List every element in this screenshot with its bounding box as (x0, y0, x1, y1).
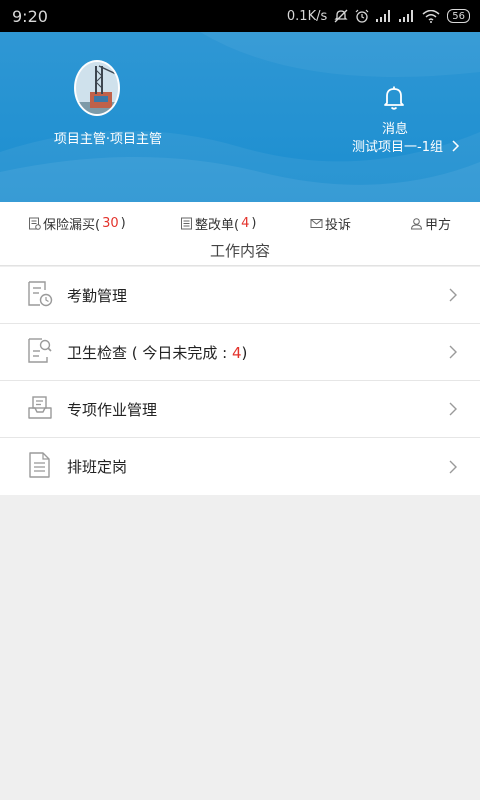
list-item-attendance-label: 考勤管理 (67, 286, 128, 305)
task-icon (28, 396, 52, 419)
list-item-attendance[interactable]: 考勤管理 (0, 267, 480, 324)
network-speed: 0.1K/s (286, 8, 328, 24)
work-list: 考勤管理 卫生检查 ( 今日未完成 : 4) 专项作业管理 排班定岗 (0, 267, 480, 495)
status-icons: 0.1K/s 56 (287, 9, 470, 24)
inspection-label-suffix: ) (241, 343, 248, 362)
silent-icon (334, 9, 348, 23)
attendance-icon (28, 281, 53, 307)
tab-complaint[interactable]: 投诉 (310, 214, 351, 233)
project-name: 测试项目一-1组 (352, 140, 443, 155)
person-icon (410, 218, 423, 230)
inspection-icon (28, 338, 52, 363)
tab-party-a[interactable]: 甲方 (410, 214, 451, 233)
mail-icon (310, 219, 323, 228)
insurance-icon (29, 217, 41, 230)
status-time: 9:20 (12, 6, 48, 26)
tab-rectification-suffix: ) (251, 216, 257, 231)
tab-rectification[interactable]: 整改单(4) (180, 214, 256, 233)
bell-icon[interactable] (380, 84, 408, 112)
tab-insurance-label: 保险漏买( (43, 218, 101, 233)
avatar[interactable] (74, 60, 120, 116)
message-label[interactable]: 消息 (370, 118, 420, 137)
list-item-special-task[interactable]: 专项作业管理 (0, 381, 480, 438)
battery-icon: 56 (447, 9, 470, 23)
list-icon (181, 217, 192, 230)
signal-icon (376, 10, 392, 22)
section-title: 工作内容 (209, 242, 270, 260)
list-item-inspection[interactable]: 卫生检查 ( 今日未完成 : 4) (0, 324, 480, 381)
chevron-right-icon (452, 139, 460, 152)
inspection-pending-count: 4 (231, 343, 242, 362)
list-item-scheduling-label: 排班定岗 (67, 458, 128, 476)
schedule-icon (29, 452, 50, 478)
status-bar: 9:20 0.1K/s 56 (0, 0, 480, 32)
chevron-right-icon (449, 288, 457, 302)
chevron-right-icon (449, 402, 457, 416)
profile-header: 项目主管·项目主管 消息 测试项目一-1组 (0, 32, 480, 202)
quick-tabs: 保险漏买(30) 整改单(4) 投诉 甲方 工作内容 (0, 202, 480, 266)
alarm-icon (355, 9, 369, 23)
user-name: 项目主管·项目主管 (53, 132, 163, 147)
tab-party-a-label: 甲方 (425, 218, 452, 233)
tab-insurance[interactable]: 保险漏买(30) (28, 214, 126, 233)
chevron-right-icon (449, 460, 457, 473)
list-item-special-task-label: 专项作业管理 (67, 400, 158, 419)
tab-rectification-count: 4 (241, 216, 250, 231)
tab-complaint-label: 投诉 (325, 218, 352, 233)
signal-icon (399, 10, 415, 22)
tab-insurance-count: 30 (102, 216, 119, 231)
header-decoration (0, 32, 480, 202)
chevron-right-icon (449, 345, 457, 359)
wifi-icon (422, 9, 440, 23)
tab-rectification-label: 整改单( (195, 218, 240, 233)
tab-insurance-suffix: ) (120, 216, 126, 231)
list-item-inspection-label: 卫生检查 ( 今日未完成 : 4) (67, 342, 247, 363)
inspection-label-text: 卫生检查 ( 今日未完成 : (67, 343, 232, 362)
project-selector[interactable]: 测试项目一-1组 (300, 136, 460, 155)
list-item-scheduling[interactable]: 排班定岗 (0, 438, 480, 495)
